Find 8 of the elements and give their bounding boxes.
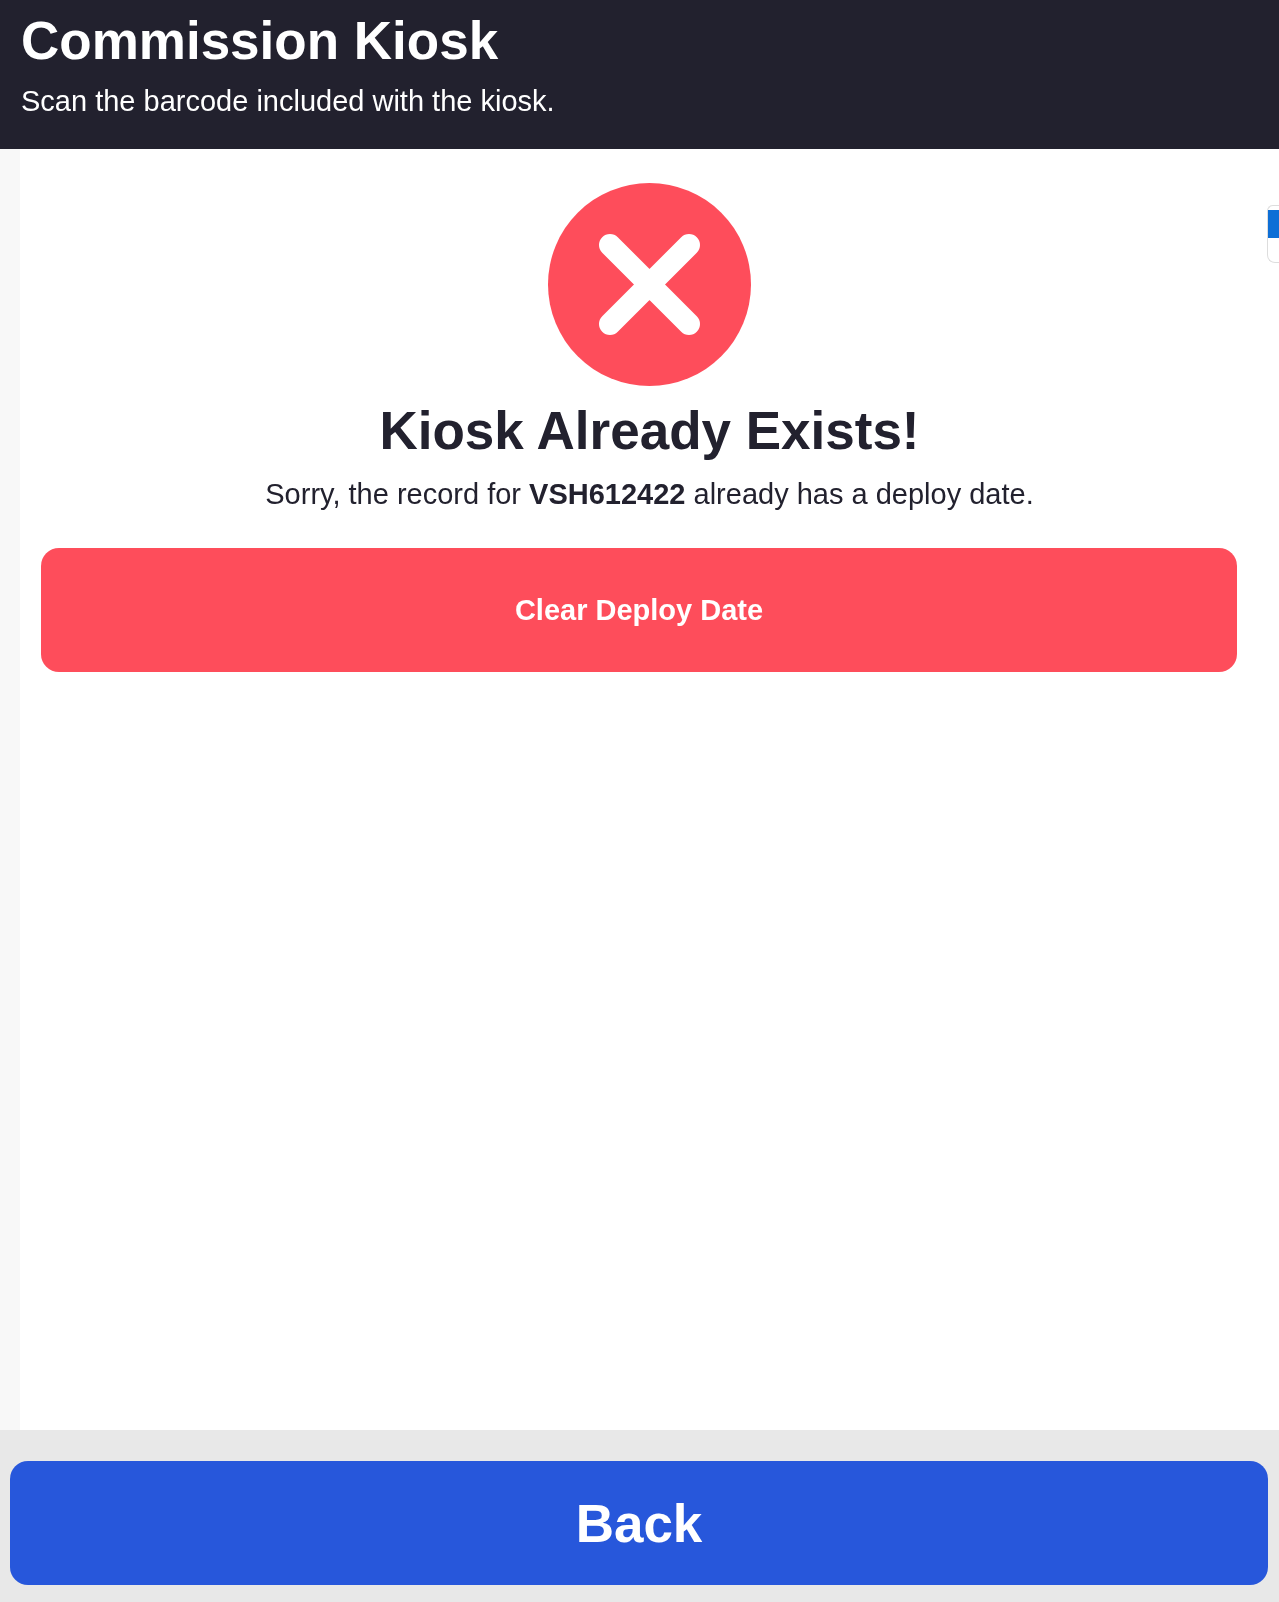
result-message: Sorry, the record for VSH612422 already has a deploy date. (265, 477, 1034, 512)
result-title: Kiosk Already Exists! (379, 400, 920, 462)
clear-deploy-date-button[interactable]: Clear Deploy Date (41, 548, 1237, 672)
back-button[interactable]: Back (10, 1461, 1268, 1585)
error-icon (548, 183, 751, 386)
page-subtitle: Scan the barcode included with the kiosk. (21, 84, 556, 118)
side-tab[interactable] (1267, 205, 1279, 263)
page-title: Commission Kiosk (21, 12, 500, 70)
